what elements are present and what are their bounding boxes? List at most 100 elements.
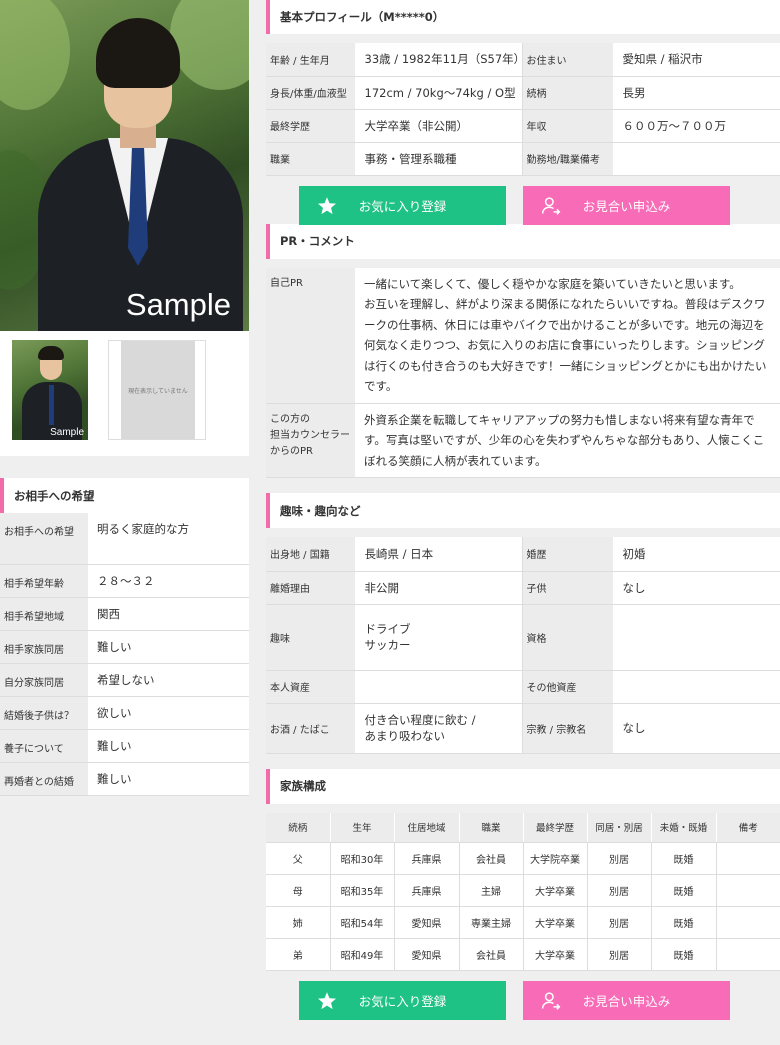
family-cell: 兵庫県 <box>394 842 460 875</box>
family-cell: 別居 <box>587 906 652 939</box>
wish-row: 自分家族同居 希望しない <box>0 663 249 697</box>
meeting-request-button-bottom[interactable]: お見合い申込み <box>523 981 730 1020</box>
thumbnail-photo[interactable]: Sample <box>12 340 88 440</box>
family-section-title: 家族構成 <box>266 768 780 804</box>
self-pr-row: 自己PR 一緒にいて楽しくて、優しく穏やかな家庭を築いていきたいと思います。 お… <box>266 267 780 404</box>
profile-value: 長男 <box>613 76 780 110</box>
family-cell: 別居 <box>587 842 652 875</box>
family-row: 父昭和30年 兵庫県 会社員 大学院卒業 別居 既婚 <box>266 842 780 875</box>
hobby-row: 離婚理由 非公開 子供 なし <box>266 571 780 605</box>
sample-watermark: Sample <box>125 287 231 322</box>
profile-value: ６００万～７００万 <box>613 109 780 143</box>
profile-key: 身長/体重/血液型 <box>266 76 356 110</box>
wish-key: 自分家族同居 <box>0 663 88 697</box>
family-cell: 主婦 <box>459 874 524 907</box>
wish-row: 相手希望地域 関西 <box>0 597 249 631</box>
profile-key: 職業 <box>266 142 356 176</box>
wish-key: お相手への希望 <box>0 513 88 565</box>
profile-key: 続柄 <box>522 76 614 110</box>
family-cell: 昭和30年 <box>330 842 395 875</box>
family-cell: 会社員 <box>459 938 524 971</box>
favorite-button[interactable]: お気に入り登録 <box>299 185 506 225</box>
meeting-request-label: お見合い申込み <box>582 994 671 1009</box>
favorite-button-bottom[interactable]: お気に入り登録 <box>299 981 506 1020</box>
hobby-value: 付き合い程度に飲む / あまり吸わない <box>355 703 523 754</box>
family-table: 続柄 生年 住居地域 職業 最終学歴 同居・別居 未婚・既婚 備考 父昭和30年 兵庫県 会社員大… <box>266 812 780 971</box>
hobby-value: 初婚 <box>613 537 780 572</box>
user-add-icon <box>541 196 561 215</box>
meeting-request-button[interactable]: お見合い申込み <box>523 185 730 225</box>
family-header: 生年 <box>330 812 395 843</box>
hobby-value: 非公開 <box>355 571 523 605</box>
wish-row: 相手家族同居 難しい <box>0 630 249 664</box>
profile-value: 大学卒業（非公開） <box>355 109 523 143</box>
hobby-key: 子供 <box>522 571 614 605</box>
profile-row: 職業 事務・管理系職種 勤務地/職業備考 <box>266 142 780 176</box>
family-row: 母昭和35年 兵庫県 主婦 大学卒業 別居 既婚 <box>266 874 780 907</box>
family-header: 最終学歴 <box>523 812 588 843</box>
favorite-button-label: お気に入り登録 <box>358 994 447 1009</box>
family-cell: 大学卒業 <box>523 874 588 907</box>
wish-row: 再婚者との結婚 難しい <box>0 762 249 796</box>
main-profile-photo[interactable]: Sample <box>0 0 249 331</box>
hobby-row: お酒 / たばこ 付き合い程度に飲む / あまり吸わない 宗教 / 宗教名 なし <box>266 703 780 754</box>
family-cell <box>716 906 780 939</box>
hobby-value: ドライブ サッカー <box>355 604 523 671</box>
hobby-value: なし <box>613 703 780 754</box>
person-figure <box>38 18 243 331</box>
wish-value: 欲しい <box>88 696 249 730</box>
family-cell: 大学卒業 <box>523 938 588 971</box>
family-cell: 母 <box>266 874 331 907</box>
hobby-key: 本人資産 <box>266 670 356 704</box>
hobby-table: 出身地 / 国籍 長崎県 / 日本 婚歴 初婚 離婚理由 非公開 子供 なし 趣味 ドライブ サッ… <box>266 537 780 754</box>
profile-section-title: 基本プロフィール（M*****0） <box>266 0 780 34</box>
family-header: 同居・別居 <box>587 812 652 843</box>
profile-key: 年収 <box>522 109 614 143</box>
hobby-value: なし <box>613 571 780 605</box>
hobby-key: お酒 / たばこ <box>266 703 356 754</box>
counselor-pr-text: 外資系企業を転職してキャリアアップの努力も惜しまない将来有望な青年です。写真は堅… <box>355 403 780 478</box>
meeting-request-label: お見合い申込み <box>582 198 671 214</box>
family-cell: 専業主婦 <box>459 906 524 939</box>
wish-value: 関西 <box>88 597 249 631</box>
thumbnail-placeholder[interactable]: 現在表示していません <box>108 340 206 440</box>
profile-key: 年齢 / 生年月 <box>266 43 356 77</box>
family-cell: 姉 <box>266 906 331 939</box>
wish-value: 難しい <box>88 630 249 664</box>
wish-key: 相手家族同居 <box>0 630 88 664</box>
hobby-row: 出身地 / 国籍 長崎県 / 日本 婚歴 初婚 <box>266 537 780 572</box>
counselor-pr-row: この方の 担当カウンセラー からのPR 外資系企業を転職してキャリアアップの努力… <box>266 403 780 478</box>
profile-value: 172cm / 70kg～74kg / O型 <box>355 76 523 110</box>
wish-section-title: お相手への希望 <box>0 478 249 513</box>
hobby-key: 出身地 / 国籍 <box>266 537 356 572</box>
wish-value: 難しい <box>88 762 249 796</box>
self-pr-text: 一緒にいて楽しくて、優しく穏やかな家庭を築いていきたいと思います。 お互いを理解… <box>355 267 780 404</box>
pr-table: 自己PR 一緒にいて楽しくて、優しく穏やかな家庭を築いていきたいと思います。 お… <box>266 267 780 478</box>
wish-row: 相手希望年齢 ２８～３２ <box>0 564 249 598</box>
profile-row: 年齢 / 生年月 33歳 / 1982年11月（S57年） お住まい 愛知県 / 稲沢… <box>266 43 780 77</box>
family-cell: 弟 <box>266 938 331 971</box>
family-row: 弟昭和49年 愛知県 会社員 大学卒業 別居 既婚 <box>266 938 780 971</box>
hobby-key: 離婚理由 <box>266 571 356 605</box>
wish-row: 養子について 難しい <box>0 729 249 763</box>
hobby-value <box>613 670 780 704</box>
wish-value: 難しい <box>88 729 249 763</box>
hobby-key: 資格 <box>522 604 614 671</box>
profile-row: 身長/体重/血液型 172cm / 70kg～74kg / O型 続柄 長男 <box>266 76 780 110</box>
counselor-pr-key: この方の 担当カウンセラー からのPR <box>266 403 355 478</box>
family-cell: 既婚 <box>651 906 717 939</box>
hobby-value <box>613 604 780 671</box>
left-column: Sample Sample 現在表示していません お相手への希望 お相手への希望… <box>0 0 249 796</box>
family-cell: 兵庫県 <box>394 874 460 907</box>
family-cell: 別居 <box>587 938 652 971</box>
favorite-button-label: お気に入り登録 <box>358 198 447 214</box>
wish-table: お相手への希望 明るく家庭的な方 相手希望年齢 ２８～３２ 相手希望地域 関西 相手家族同居… <box>0 513 249 796</box>
right-column: 基本プロフィール（M*****0） 年齢 / 生年月 33歳 / 1982年11月… <box>266 0 780 1020</box>
family-cell <box>716 874 780 907</box>
family-cell <box>716 938 780 971</box>
family-cell: 愛知県 <box>394 938 460 971</box>
family-header: 続柄 <box>266 812 331 843</box>
thumbnail-sample-label: Sample <box>50 427 84 438</box>
action-buttons-top: お気に入り登録 お見合い申込み <box>266 176 780 238</box>
family-header: 備考 <box>716 812 780 843</box>
